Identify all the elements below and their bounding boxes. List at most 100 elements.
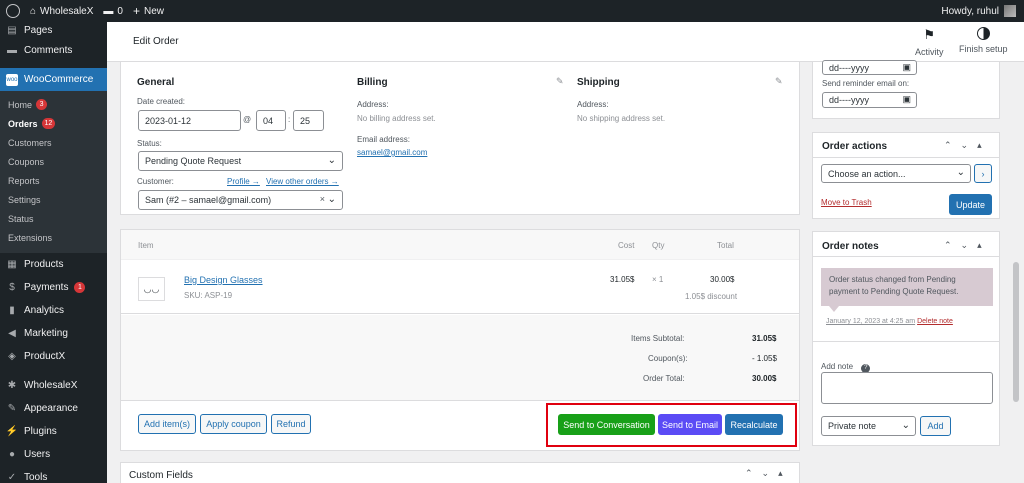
- refund-button[interactable]: Refund: [271, 414, 311, 434]
- sidebar-item-woocommerce[interactable]: woo WooCommerce: [0, 68, 107, 91]
- sidebar-item-analytics[interactable]: ▮ Analytics: [0, 299, 107, 322]
- sidebar-item-wholesalex[interactable]: ✱ WholesaleX: [0, 374, 107, 397]
- delete-note-link[interactable]: Delete note: [917, 318, 953, 325]
- new-content-link[interactable]: + New: [133, 4, 164, 18]
- customer-label: Customer:: [137, 177, 174, 186]
- item-cost: 31.05$: [610, 275, 635, 284]
- sidebar-item-pages[interactable]: ▤ Pages: [0, 22, 107, 39]
- note-textarea[interactable]: [821, 372, 993, 404]
- submenu-home[interactable]: Home 3: [0, 95, 107, 114]
- page-header: Edit Order ⚑ Activity Finish setup: [107, 22, 1024, 62]
- order-actions-panel: Order actions ⌃ ⌄ ▴ Choose an action... ⌄ ›…: [812, 132, 1000, 219]
- page-title: Edit Order: [133, 36, 179, 47]
- users-icon: ●: [8, 449, 16, 460]
- comments-link[interactable]: ▬ 0: [103, 6, 123, 17]
- plug-icon: ⚡: [5, 426, 19, 437]
- comments-icon: ▬: [7, 45, 17, 56]
- minute-input[interactable]: 25: [293, 110, 324, 131]
- product-thumbnail: ◡◡: [138, 277, 165, 301]
- submenu-extensions[interactable]: Extensions: [0, 228, 107, 247]
- customer-select[interactable]: Sam (#2 – samael@gmail.com) × ⌄: [138, 190, 343, 210]
- apply-action-button[interactable]: ›: [974, 164, 992, 183]
- chevron-up-icon[interactable]: ⌃: [944, 140, 952, 151]
- submenu-coupons[interactable]: Coupons: [0, 152, 107, 171]
- send-to-conversation-button[interactable]: Send to Conversation: [558, 414, 655, 435]
- reminder-date-input[interactable]: dd----yyyy ▣: [822, 92, 917, 108]
- home-icon: ⌂: [30, 5, 37, 17]
- wholesalex-icon: ✱: [7, 380, 17, 391]
- edit-billing-pencil-icon[interactable]: ✎: [556, 76, 564, 87]
- items-header-row: Item Cost Qty Total: [121, 230, 799, 260]
- order-action-select[interactable]: Choose an action... ⌄: [821, 164, 971, 183]
- hour-input[interactable]: 04: [256, 110, 286, 131]
- date-created-input[interactable]: 2023-01-12: [138, 110, 241, 131]
- expiry-date-input[interactable]: dd----yyyy ▣: [822, 60, 917, 75]
- clear-icon[interactable]: ×: [320, 194, 325, 204]
- note-type-select[interactable]: Private note ⌄: [821, 416, 916, 436]
- woocommerce-icon: woo: [6, 73, 18, 86]
- product-sku: SKU: ASP-19: [184, 291, 233, 300]
- scrollbar[interactable]: [1012, 62, 1020, 483]
- calendar-icon[interactable]: ▣: [902, 62, 911, 73]
- move-to-trash-link[interactable]: Move to Trash: [821, 198, 872, 207]
- sidebar-item-productx[interactable]: ◈ ProductX: [0, 345, 107, 368]
- view-other-orders-link[interactable]: View other orders →: [266, 177, 339, 186]
- item-discount: 1.05$ discount: [685, 292, 738, 301]
- chevron-right-icon: ›: [981, 168, 985, 179]
- calendar-icon[interactable]: ▣: [902, 94, 911, 105]
- admin-sidebar: ▤ Pages ▬ Comments woo WooCommerce Home 3 Or…: [0, 22, 107, 483]
- submenu-settings[interactable]: Settings: [0, 190, 107, 209]
- sidebar-item-appearance[interactable]: ✎ Appearance: [0, 397, 107, 420]
- paintbrush-icon: ✎: [7, 403, 17, 414]
- chevron-down-icon[interactable]: ⌄: [762, 468, 770, 479]
- wrench-icon: ✓: [7, 472, 17, 483]
- submenu-status[interactable]: Status: [0, 209, 107, 228]
- chevron-down-icon[interactable]: ⌄: [961, 140, 969, 151]
- panel-controls: ⌃ ⌄ ▴: [745, 468, 783, 479]
- order-data-panel: General Date created: 2023-01-12 @ 04 : …: [120, 62, 800, 215]
- toggle-arrow-icon[interactable]: ▴: [778, 468, 783, 479]
- profile-link[interactable]: Profile →: [227, 177, 260, 186]
- subtotal-value: 31.05$: [752, 334, 777, 343]
- chevron-down-icon[interactable]: ⌄: [961, 240, 969, 251]
- totals-section: Items Subtotal: 31.05$ Coupon(s): - 1.05…: [121, 315, 799, 401]
- activity-button[interactable]: ⚑ Activity: [915, 27, 944, 57]
- quote-dates-panel: dd----yyyy ▣ Send reminder email on: dd--…: [812, 60, 1000, 119]
- edit-shipping-pencil-icon[interactable]: ✎: [775, 76, 783, 87]
- sidebar-item-payments[interactable]: $ Payments 1: [0, 276, 107, 299]
- recalculate-button[interactable]: Recalculate: [725, 414, 783, 435]
- sidebar-item-products[interactable]: ▦ Products: [0, 253, 107, 276]
- wordpress-logo-icon[interactable]: [6, 4, 20, 18]
- scrollbar-thumb[interactable]: [1013, 262, 1019, 402]
- toggle-arrow-icon[interactable]: ▴: [977, 140, 982, 151]
- submenu-orders[interactable]: Orders 12: [0, 114, 107, 133]
- chevron-up-icon[interactable]: ⌃: [745, 468, 753, 479]
- apply-coupon-button[interactable]: Apply coupon: [200, 414, 267, 434]
- sidebar-item-plugins[interactable]: ⚡ Plugins: [0, 420, 107, 443]
- submenu-reports[interactable]: Reports: [0, 171, 107, 190]
- item-qty: × 1: [652, 275, 664, 284]
- finish-setup-button[interactable]: Finish setup: [959, 27, 1008, 54]
- status-select[interactable]: Pending Quote Request ⌄: [138, 151, 343, 171]
- col-qty: Qty: [652, 241, 665, 250]
- flag-icon: ⚑: [923, 27, 936, 42]
- billing-email-label: Email address:: [357, 135, 410, 144]
- sidebar-item-tools[interactable]: ✓ Tools: [0, 466, 107, 483]
- sidebar-item-marketing[interactable]: ◀ Marketing: [0, 322, 107, 345]
- submenu-customers[interactable]: Customers: [0, 133, 107, 152]
- add-items-button[interactable]: Add item(s): [138, 414, 196, 434]
- toggle-arrow-icon[interactable]: ▴: [977, 240, 982, 251]
- add-note-button[interactable]: Add: [920, 416, 951, 436]
- chevron-up-icon[interactable]: ⌃: [944, 240, 952, 251]
- payments-icon: $: [9, 282, 15, 293]
- product-name-link[interactable]: Big Design Glasses: [184, 275, 263, 285]
- billing-email-link[interactable]: samael@gmail.com: [357, 148, 427, 157]
- sidebar-item-comments[interactable]: ▬ Comments: [0, 39, 107, 62]
- send-to-email-button[interactable]: Send to Email: [658, 414, 722, 435]
- item-total: 30.00$: [710, 275, 735, 284]
- sidebar-item-users[interactable]: ● Users: [0, 443, 107, 466]
- col-total: Total: [717, 241, 734, 250]
- account-menu[interactable]: Howdy, ruhul: [941, 0, 1016, 22]
- site-name-link[interactable]: ⌂ WholesaleX: [30, 6, 93, 17]
- update-button[interactable]: Update: [949, 194, 992, 215]
